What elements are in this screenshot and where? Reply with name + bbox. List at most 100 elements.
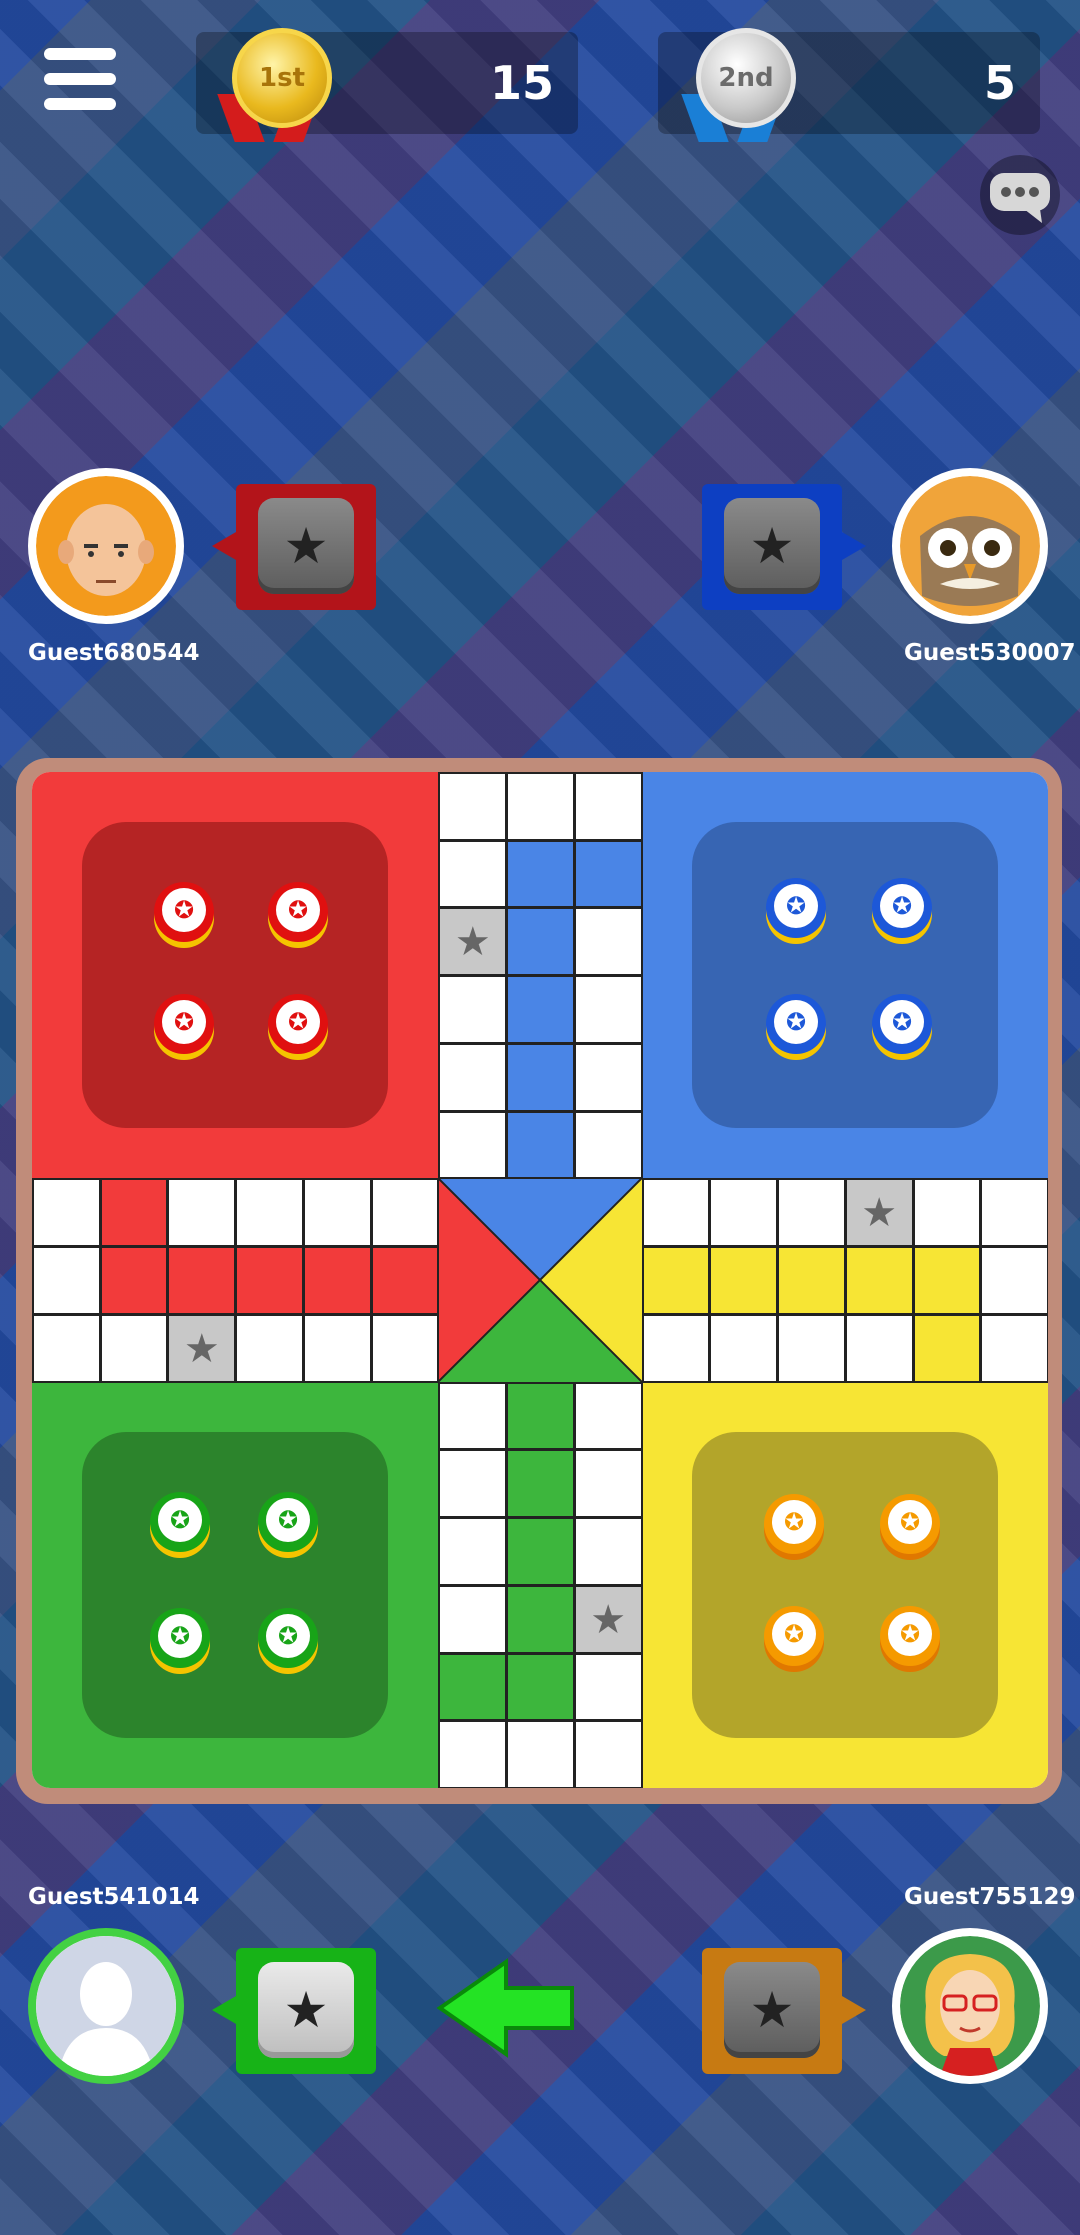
star-dice-icon: ★ [749,517,795,575]
board-cell [506,1449,575,1519]
board-cell [438,1517,508,1586]
green-token[interactable]: ✪ [150,1492,210,1552]
board-cell [506,1517,575,1586]
star-icon: ★ [590,1596,627,1643]
green-arrow-icon [436,1958,574,2058]
board-cell [235,1246,304,1315]
yellow-home [642,1382,1048,1788]
star-icon: ✪ [785,1008,807,1036]
star-dice-icon: ★ [749,1981,795,2039]
board-cell [99,1178,169,1248]
board-cell [506,1110,575,1180]
star-icon: ★ [454,919,491,966]
dice-blue[interactable]: ★ [702,484,842,610]
chat-button[interactable] [980,155,1060,235]
board-cell [438,772,508,841]
board-cell [370,1313,440,1383]
board-cell [777,1178,846,1248]
orange-token[interactable]: ✪ [764,1606,824,1666]
board-cell [573,1652,643,1722]
board-cell [844,1313,914,1383]
board-cell [709,1246,779,1315]
blue-token[interactable]: ✪ [766,878,826,938]
board-cell [438,1720,508,1788]
board-cell [573,1381,643,1451]
board-cell [573,1720,643,1788]
blue-token[interactable]: ✪ [872,878,932,938]
board-cell [506,1584,575,1654]
bald-man-avatar [36,476,176,616]
dice-orange[interactable]: ★ [702,1948,842,2074]
board-cell [506,1720,575,1788]
dice-red[interactable]: ★ [236,484,376,610]
board-cell [235,1178,304,1248]
player-avatar-bottom-right[interactable] [892,1928,1048,2084]
red-token[interactable]: ✪ [268,994,328,1054]
green-token[interactable]: ✪ [258,1608,318,1668]
red-token[interactable]: ✪ [154,994,214,1054]
green-token[interactable]: ✪ [150,1608,210,1668]
blue-token[interactable]: ✪ [766,994,826,1054]
board-cell [506,839,575,909]
board-cell [99,1246,169,1315]
red-token[interactable]: ✪ [268,882,328,942]
player-avatar-bottom-left[interactable] [28,1928,184,2084]
board-cell [438,1381,508,1451]
star-icon: ✪ [899,1508,921,1536]
star-icon: ✪ [173,1008,195,1036]
board-cell [573,975,643,1044]
board-cell [573,1517,643,1586]
board-cell [506,907,575,977]
board-cell [302,1313,372,1383]
board-cell [912,1178,982,1248]
orange-token[interactable]: ✪ [880,1494,940,1554]
green-home [32,1382,438,1788]
board-cell [573,1449,643,1519]
safe-cell: ★ [167,1313,237,1383]
board-cell [777,1246,846,1315]
second-place-score: 5 [983,56,1016,110]
dice-green[interactable]: ★ [236,1948,376,2074]
board-cell [302,1246,372,1315]
board-cell [573,1042,643,1112]
red-token[interactable]: ✪ [154,882,214,942]
menu-button[interactable] [44,48,116,112]
board-cell [641,1178,711,1248]
board-cell [506,1042,575,1112]
star-icon: ✪ [277,1506,299,1534]
silver-medal-icon: 2nd [696,28,796,128]
star-dice-icon: ★ [283,517,329,575]
owl-avatar [900,476,1040,616]
chat-bubble-icon [990,173,1050,223]
board-cell [302,1178,372,1248]
orange-token[interactable]: ✪ [764,1494,824,1554]
board-cell [573,1110,643,1180]
board-cell [844,1246,914,1315]
player-avatar-top-right[interactable] [892,468,1048,624]
player-avatar-top-left[interactable] [28,468,184,624]
green-token[interactable]: ✪ [258,1492,318,1552]
default-silhouette-avatar [36,1936,176,2076]
board-cell [32,1178,101,1248]
star-icon: ✪ [785,892,807,920]
board-cell [235,1313,304,1383]
board-cell [32,1313,101,1383]
board-cell [167,1246,237,1315]
star-icon: ✪ [169,1506,191,1534]
board-cell [438,1042,508,1112]
board-cell [506,1381,575,1451]
board-cell [980,1313,1048,1383]
board-cell [709,1178,779,1248]
blue-token[interactable]: ✪ [872,994,932,1054]
board-cell [438,1110,508,1180]
star-icon: ✪ [891,892,913,920]
board-cell [506,1652,575,1722]
player-name-top-left: Guest680544 [28,640,200,666]
ludo-board: ★ ★ ★ ★ ✪ ✪ ✪ ✪ ✪ ✪ ✪ ✪ ✪ ✪ ✪ ✪ ✪ ✪ ✪ ✪ [32,772,1048,1788]
star-icon: ✪ [173,896,195,924]
first-place-panel: 1st 15 [196,28,578,142]
star-icon: ✪ [277,1622,299,1650]
player-name-top-right: Guest530007 [904,640,1076,666]
star-icon: ✪ [783,1620,805,1648]
orange-token[interactable]: ✪ [880,1606,940,1666]
